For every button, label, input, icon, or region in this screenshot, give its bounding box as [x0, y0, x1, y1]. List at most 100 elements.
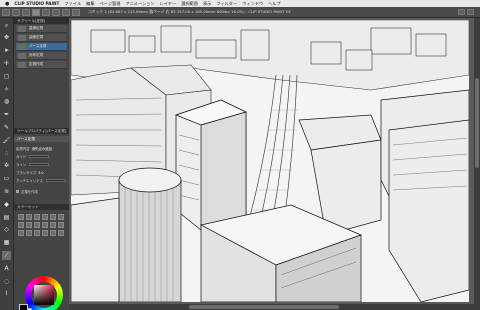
tool-property-title: ツールプロパティ[パース定規] — [14, 128, 69, 134]
pen-tool-icon[interactable]: ✒ — [2, 111, 11, 120]
gradient-tool-icon[interactable]: ▤ — [2, 213, 11, 222]
prop-brush-size[interactable]: ブラシサイズ 3.0 — [16, 169, 67, 176]
antialias-slider[interactable] — [46, 179, 66, 182]
swatch[interactable] — [42, 230, 48, 236]
swatch[interactable] — [50, 222, 56, 228]
correct-line-tool-icon[interactable]: ⌇ — [2, 290, 11, 299]
symmetry-ruler-icon — [18, 52, 26, 59]
tool-property-tab[interactable]: パース定規 — [14, 136, 69, 142]
window-minimize-button[interactable] — [458, 9, 465, 15]
pencil-tool-icon[interactable]: ✎ — [2, 123, 11, 132]
swatch[interactable] — [18, 230, 24, 236]
ruler-icon — [18, 25, 26, 32]
saturation-value-square[interactable] — [34, 285, 54, 305]
menu-layer[interactable]: レイヤー — [160, 1, 177, 7]
swatch[interactable] — [34, 222, 40, 228]
prop-process[interactable]: 処理内容 消失点の追加 — [16, 145, 67, 152]
clip-studio-button[interactable] — [2, 8, 10, 16]
menu-page[interactable]: ページ管理 — [100, 1, 121, 7]
color-wheel[interactable] — [19, 276, 63, 310]
ruler-tool-icon[interactable]: ⟋ — [2, 251, 11, 261]
command-bar: コミック 2 (84.667 x 213.06mm 脇ページ 右 B5 157.… — [0, 7, 480, 18]
new-button[interactable] — [12, 8, 20, 16]
swatch[interactable] — [34, 230, 40, 236]
swatch[interactable] — [58, 222, 64, 228]
menu-selection[interactable]: 選択範囲 — [181, 1, 198, 7]
figure-tool-icon[interactable]: ◇ — [2, 226, 11, 235]
decoration-tool-icon[interactable]: ✲ — [2, 162, 11, 171]
menu-animation[interactable]: アニメーション — [125, 1, 154, 7]
text-tool-icon[interactable]: A — [2, 264, 11, 273]
horizontal-scrollbar[interactable] — [69, 304, 474, 310]
balloon-tool-icon[interactable]: ◌ — [2, 277, 11, 286]
redo-button[interactable] — [52, 8, 60, 16]
swatch[interactable] — [26, 222, 32, 228]
artwork-canvas[interactable] — [71, 20, 469, 302]
eyedropper-tool-icon[interactable]: ◍ — [2, 98, 11, 107]
selection-tool-icon[interactable]: ▢ — [2, 72, 11, 81]
menu-filter[interactable]: フィルター — [216, 1, 237, 7]
menu-view[interactable]: 表示 — [203, 1, 211, 7]
canvas-area — [69, 18, 474, 310]
clear-button[interactable] — [62, 8, 70, 16]
color-set-title: カラーセット — [14, 204, 69, 210]
color-set-grid — [18, 214, 66, 236]
guide-slider[interactable] — [29, 155, 50, 158]
swatch[interactable] — [18, 222, 24, 228]
menu-edit[interactable]: 編集 — [86, 1, 94, 7]
prop-guide[interactable]: ガイド — [16, 153, 67, 160]
sub-tool-item-selected[interactable]: パース定規 — [16, 43, 67, 51]
prop-line[interactable]: ライン — [16, 161, 67, 168]
swatch[interactable] — [26, 214, 32, 220]
operation-tool-icon[interactable]: ➤ — [2, 47, 11, 56]
curve-ruler-icon — [18, 34, 26, 41]
swatch[interactable] — [26, 230, 32, 236]
sub-tool-item[interactable]: 曲線定規 — [16, 34, 67, 42]
auto-select-tool-icon[interactable]: ✧ — [2, 85, 11, 94]
sub-tool-item[interactable]: 定規作成 — [16, 61, 67, 69]
swatch[interactable] — [34, 214, 40, 220]
line-slider[interactable] — [29, 163, 50, 166]
foreground-color-chip[interactable] — [19, 304, 28, 310]
document-title: コミック 2 (84.667 x 213.06mm 脇ページ 右 B5 157.… — [88, 9, 291, 14]
sub-tool-item[interactable]: 直線定規 — [16, 25, 67, 33]
open-button[interactable] — [22, 8, 30, 16]
sub-tool-item[interactable]: 対称定規 — [16, 52, 67, 60]
blend-tool-icon[interactable]: ≋ — [2, 187, 11, 196]
sub-tool-panel-title: サブツール[定規] — [14, 18, 69, 24]
eraser-tool-icon[interactable]: ▭ — [2, 175, 11, 184]
horizontal-scroll-thumb[interactable] — [189, 305, 339, 309]
swatch[interactable] — [50, 214, 56, 220]
menu-file[interactable]: ファイル — [64, 1, 81, 7]
menu-app-name[interactable]: CLIP STUDIO PAINT — [14, 1, 59, 6]
swatch[interactable] — [18, 214, 24, 220]
create-ruler-checkbox[interactable]: 定規を作成 — [16, 188, 67, 195]
apple-menu-icon[interactable]: ● — [5, 1, 9, 7]
vertical-scrollbar[interactable] — [474, 18, 480, 310]
move-tool-icon[interactable]: ✥ — [2, 34, 11, 43]
undo-button[interactable] — [42, 8, 50, 16]
airbrush-tool-icon[interactable]: ∴ — [2, 149, 11, 158]
menu-bar: ● CLIP STUDIO PAINT ファイル 編集 ページ管理 アニメーショ… — [0, 0, 480, 7]
swatch[interactable] — [58, 214, 64, 220]
menu-window[interactable]: ウィンドウ — [242, 1, 263, 7]
save-button[interactable] — [32, 8, 40, 16]
menu-help[interactable]: ヘルプ — [268, 1, 281, 7]
perspective-ruler-icon — [18, 43, 26, 50]
side-panel: サブツール[定規] 直線定規 曲線定規 パース定規 対称定規 定規作成 ツールプ… — [14, 18, 69, 310]
tool-palette: ⌕ ✥ ➤ ✛ ▢ ✧ ◍ ✒ ✎ 🖌 ∴ ✲ ▭ ≋ ◆ ▤ ◇ ▦ ⟋ A ◌ ⌇ — [0, 18, 14, 310]
move-layer-tool-icon[interactable]: ✛ — [2, 59, 11, 68]
transform-button[interactable] — [72, 8, 80, 16]
checkbox-icon — [16, 190, 19, 193]
swatch[interactable] — [42, 214, 48, 220]
window-zoom-button[interactable] — [467, 9, 474, 15]
zoom-tool-icon[interactable]: ⌕ — [2, 21, 11, 30]
fill-tool-icon[interactable]: ◆ — [2, 200, 11, 209]
brush-tool-icon[interactable]: 🖌 — [2, 136, 11, 145]
swatch[interactable] — [58, 230, 64, 236]
prop-antialias[interactable]: アンチエイリアス — [16, 177, 67, 184]
swatch[interactable] — [50, 230, 56, 236]
frame-tool-icon[interactable]: ▦ — [2, 239, 11, 248]
vertical-scroll-thumb[interactable] — [475, 78, 479, 168]
swatch[interactable] — [42, 222, 48, 228]
